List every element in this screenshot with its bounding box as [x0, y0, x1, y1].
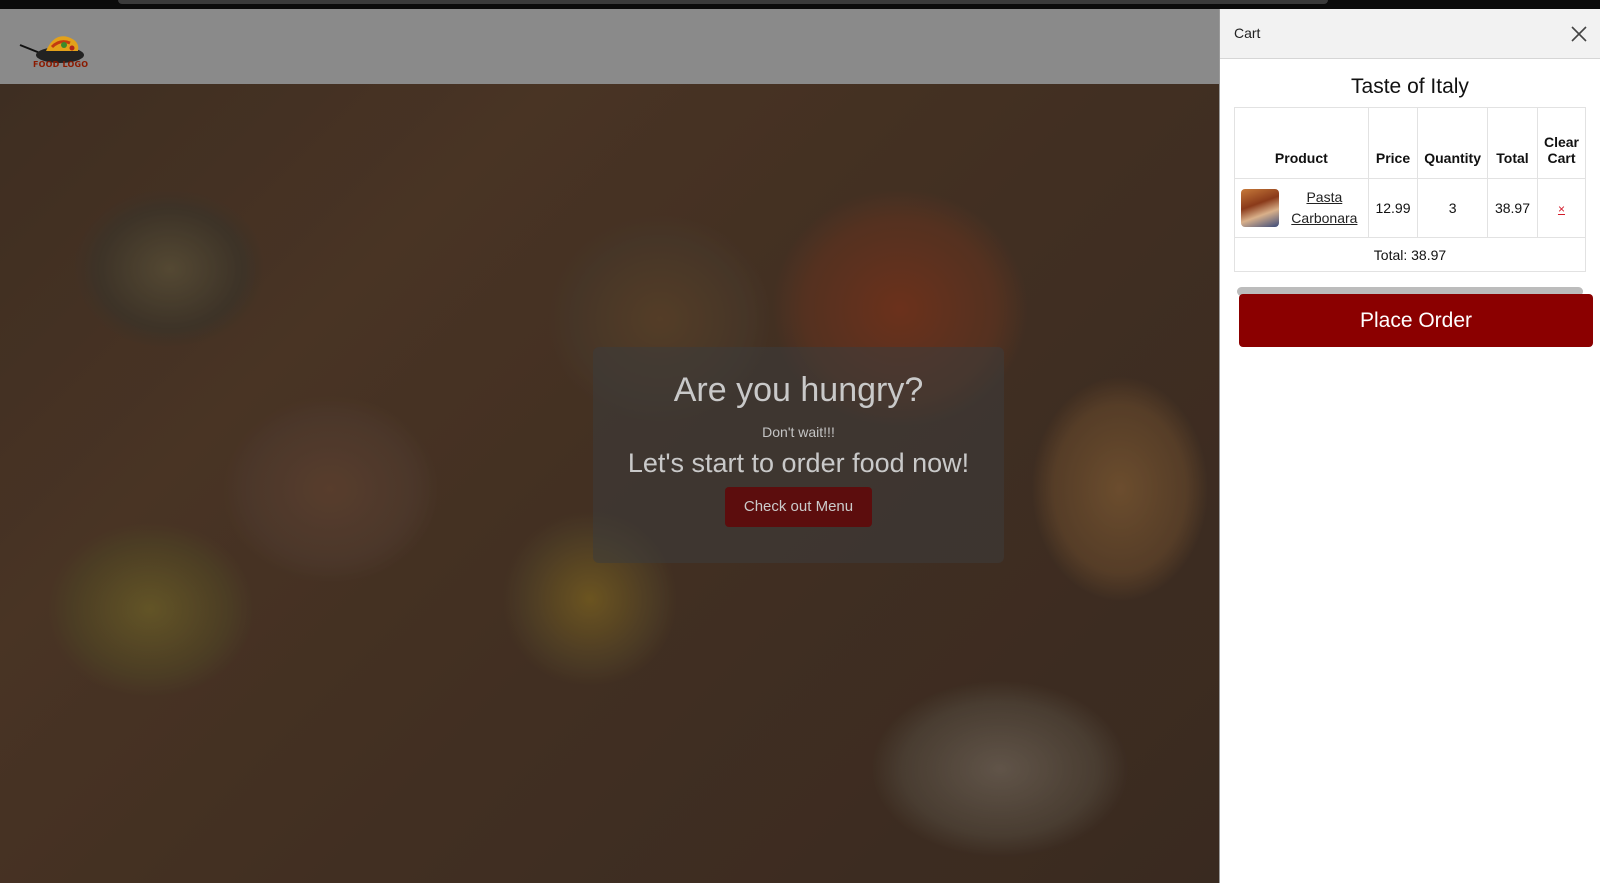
hero-card: Are you hungry? Don't wait!!! Let's star… — [593, 347, 1004, 563]
column-header-quantity: Quantity — [1417, 107, 1488, 179]
cart-header: Cart — [1220, 9, 1600, 59]
table-header-row: Product Price Quantity Total Clear Cart — [1234, 107, 1586, 179]
column-header-clear-cart[interactable]: Clear Cart — [1536, 107, 1586, 179]
logo-text: FOOD LOGO — [33, 60, 89, 69]
product-thumbnail — [1241, 189, 1279, 227]
top-pill — [118, 0, 1328, 4]
hero-tagline: Let's start to order food now! — [627, 448, 970, 478]
table-row: Pasta Carbonara 12.99 3 38.97 × — [1234, 178, 1586, 238]
cart-title: Cart — [1234, 25, 1261, 41]
column-header-price: Price — [1367, 107, 1419, 179]
column-header-product: Product — [1234, 107, 1369, 179]
product-cell: Pasta Carbonara — [1234, 178, 1369, 238]
cart-table-wrapper: Product Price Quantity Total Clear Cart … — [1234, 107, 1586, 272]
hero-subtitle: Don't wait!!! — [762, 424, 835, 440]
browser-top-strip — [0, 0, 1600, 9]
check-out-menu-button[interactable]: Check out Menu — [724, 487, 873, 527]
remove-item-link[interactable]: × — [1558, 202, 1565, 216]
cart-panel: Cart Taste of Italy Product Price Quanti… — [1219, 9, 1600, 883]
total-cell: 38.97 — [1487, 178, 1538, 238]
cart-total-row: Total: 38.97 — [1234, 237, 1586, 272]
food-logo[interactable]: FOOD LOGO — [8, 15, 104, 75]
cart-total: Total: 38.97 — [1234, 237, 1586, 272]
hero-title: Are you hungry? — [673, 371, 924, 409]
restaurant-name: Taste of Italy — [1351, 75, 1469, 98]
navbar: FOOD LOGO — [0, 9, 1219, 84]
quantity-cell: 3 — [1417, 178, 1488, 238]
close-icon[interactable] — [1570, 25, 1588, 43]
cart-table: Product Price Quantity Total Clear Cart … — [1234, 107, 1586, 272]
price-cell: 12.99 — [1367, 178, 1419, 238]
product-link[interactable]: Pasta Carbonara — [1287, 187, 1362, 229]
place-order-button[interactable]: Place Order — [1239, 294, 1593, 347]
remove-cell: × — [1536, 178, 1586, 238]
column-header-total: Total — [1487, 107, 1538, 179]
